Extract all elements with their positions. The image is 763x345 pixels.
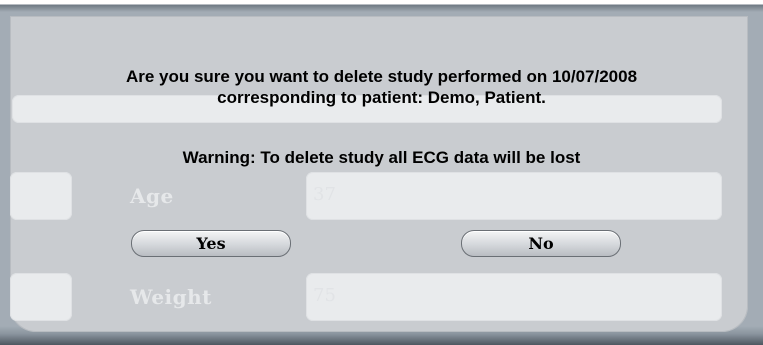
dialog-window: Age 37 Weight 75 Are you sure you want t… [0, 0, 763, 345]
age-label: Age [130, 184, 174, 208]
age-value: 37 [313, 184, 336, 205]
no-button[interactable]: No [461, 230, 621, 257]
confirmation-message: Are you sure you want to delete study pe… [0, 66, 763, 108]
message-line-2: corresponding to patient: Demo, Patient. [217, 88, 546, 107]
warning-message: Warning: To delete study all ECG data wi… [182, 148, 581, 167]
background-field-left-1 [10, 172, 72, 220]
yes-button[interactable]: Yes [131, 230, 291, 257]
weight-field [306, 273, 722, 321]
weight-value: 75 [313, 285, 336, 306]
weight-label: Weight [130, 285, 212, 309]
age-field [306, 172, 722, 220]
message-line-1: Are you sure you want to delete study pe… [125, 67, 638, 86]
background-field-left-2 [10, 273, 72, 321]
